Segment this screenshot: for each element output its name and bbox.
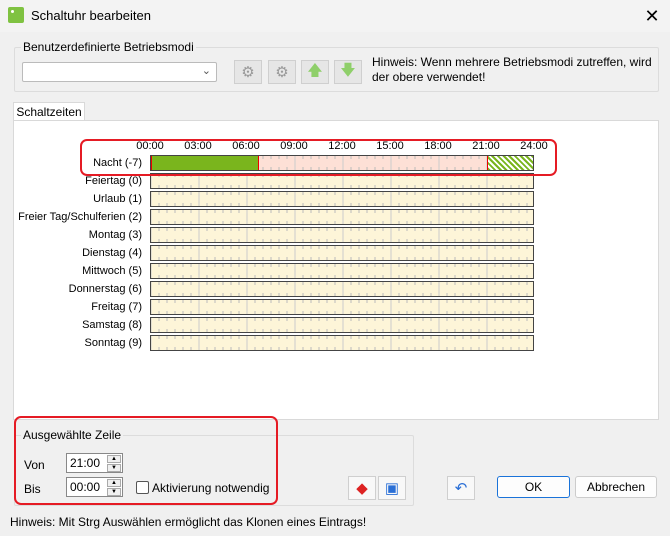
- row-label: Dienstag (4): [82, 247, 142, 259]
- cancel-button[interactable]: Abbrechen: [575, 476, 657, 498]
- chevron-down-icon: ⌄: [201, 65, 211, 77]
- row-label: Donnerstag (6): [68, 283, 142, 295]
- row-label: Sonntag (9): [84, 337, 142, 349]
- move-up-button[interactable]: 🡅: [301, 60, 329, 84]
- undo-arrow-icon: ↶: [454, 480, 468, 497]
- row-label: Mittwoch (5): [82, 265, 142, 277]
- select-all-button[interactable]: ▣: [378, 476, 406, 500]
- modes-legend: Benutzerdefinierte Betriebsmodi: [23, 40, 194, 54]
- schedule-row-bar[interactable]: [150, 227, 534, 243]
- schedule-row-bar[interactable]: [150, 191, 534, 207]
- row-label: Urlaub (1): [93, 193, 142, 205]
- ok-button[interactable]: OK: [497, 476, 570, 498]
- highlight-box: [14, 416, 278, 505]
- schedule-row-bar[interactable]: [150, 209, 534, 225]
- schedule-row-bar[interactable]: [150, 335, 534, 351]
- gear-delete-icon: ⚙: [275, 64, 289, 81]
- row-label: Freitag (7): [91, 301, 142, 313]
- arrow-down-icon: 🡇: [340, 61, 356, 79]
- row-label: Feiertag (0): [85, 175, 142, 187]
- arrow-up-icon: 🡅: [307, 61, 323, 79]
- eraser-icon: ◆: [356, 480, 368, 497]
- schedule-row-bar[interactable]: [150, 281, 534, 297]
- delete-mode-button[interactable]: ⚙: [268, 60, 296, 84]
- modes-dropdown[interactable]: ⌄: [22, 62, 217, 82]
- footer-hint: Hinweis: Mit Strg Auswählen ermöglicht d…: [10, 515, 367, 529]
- schedule-row-bar[interactable]: [150, 317, 534, 333]
- schedule-row-bar[interactable]: [150, 245, 534, 261]
- add-mode-button[interactable]: ⚙: [234, 60, 262, 84]
- tab-schaltzeiten[interactable]: Schaltzeiten: [13, 102, 85, 121]
- modes-hint: Hinweis: Wenn mehrere Betriebsmodi zutre…: [372, 55, 652, 84]
- window-title: Schaltuhr bearbeiten: [31, 8, 151, 23]
- row-label: Montag (3): [88, 229, 142, 241]
- undo-button[interactable]: ↶: [447, 476, 475, 500]
- close-button[interactable]: ✕: [640, 4, 664, 28]
- schedule-row-bar[interactable]: [150, 299, 534, 315]
- schedule-row-bar[interactable]: [150, 263, 534, 279]
- app-icon: [8, 7, 24, 23]
- row-label: Samstag (8): [82, 319, 142, 331]
- row-label: Freier Tag/Schulferien (2): [18, 211, 142, 223]
- move-down-button[interactable]: 🡇: [334, 60, 362, 84]
- gear-add-icon: ⚙: [241, 64, 255, 81]
- erase-button[interactable]: ◆: [348, 476, 376, 500]
- select-icon: ▣: [384, 480, 400, 497]
- highlight-box: [80, 139, 557, 176]
